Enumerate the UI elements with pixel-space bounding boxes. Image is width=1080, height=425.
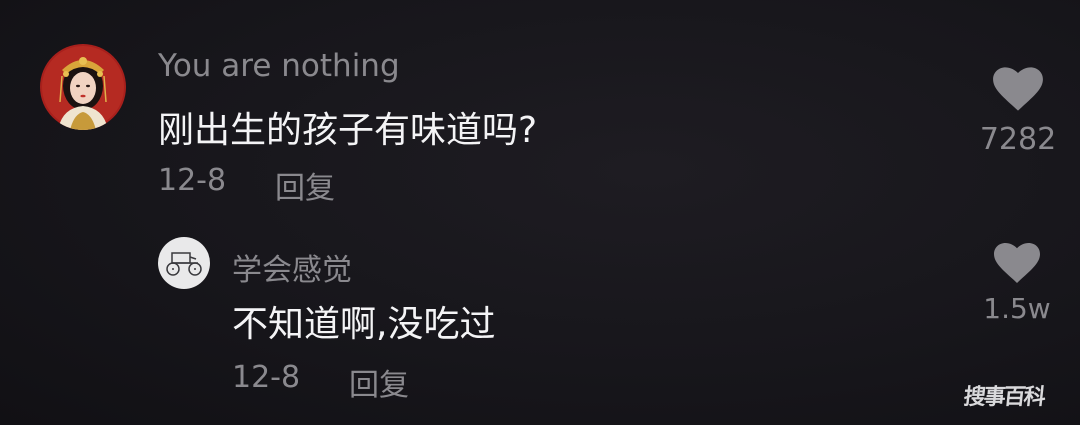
watermark-logo: 搜事百科 (962, 384, 1046, 410)
reply-button[interactable]: 回复 (275, 163, 335, 207)
comment-username[interactable]: You are nothing (158, 48, 400, 84)
comment-meta: 12-8 回复 (158, 163, 335, 206)
heart-icon (994, 243, 1040, 283)
avatar-car-icon (158, 237, 210, 289)
like-count: 7282 (979, 122, 1057, 157)
comment-thread: { "comments": [ { "username": "You are n… (0, 0, 1080, 425)
comment-meta: 12-8 回复 (232, 360, 409, 403)
avatar-woman-icon (40, 44, 126, 130)
user-avatar[interactable] (158, 237, 210, 289)
heart-icon (993, 67, 1043, 111)
reply-button[interactable]: 回复 (349, 360, 409, 404)
like-button[interactable]: 7282 (972, 66, 1064, 157)
user-avatar[interactable] (40, 44, 126, 130)
comment-text: 不知道啊,没吃过 (232, 304, 496, 345)
comment-username[interactable]: 学会感觉 (232, 245, 352, 289)
comment-item: You are nothing 刚出生的孩子有味道吗? 12-8 回复 7282 (0, 0, 1080, 210)
like-button[interactable]: 1.5w (976, 242, 1058, 325)
comment-text: 刚出生的孩子有味道吗? (158, 110, 538, 151)
comment-date: 12-8 (158, 163, 227, 198)
comment-date: 12-8 (232, 360, 301, 395)
like-count: 1.5w (983, 292, 1051, 325)
reply-item: 学会感觉 不知道啊,没吃过 12-8 回复 1.5w (0, 210, 1080, 425)
